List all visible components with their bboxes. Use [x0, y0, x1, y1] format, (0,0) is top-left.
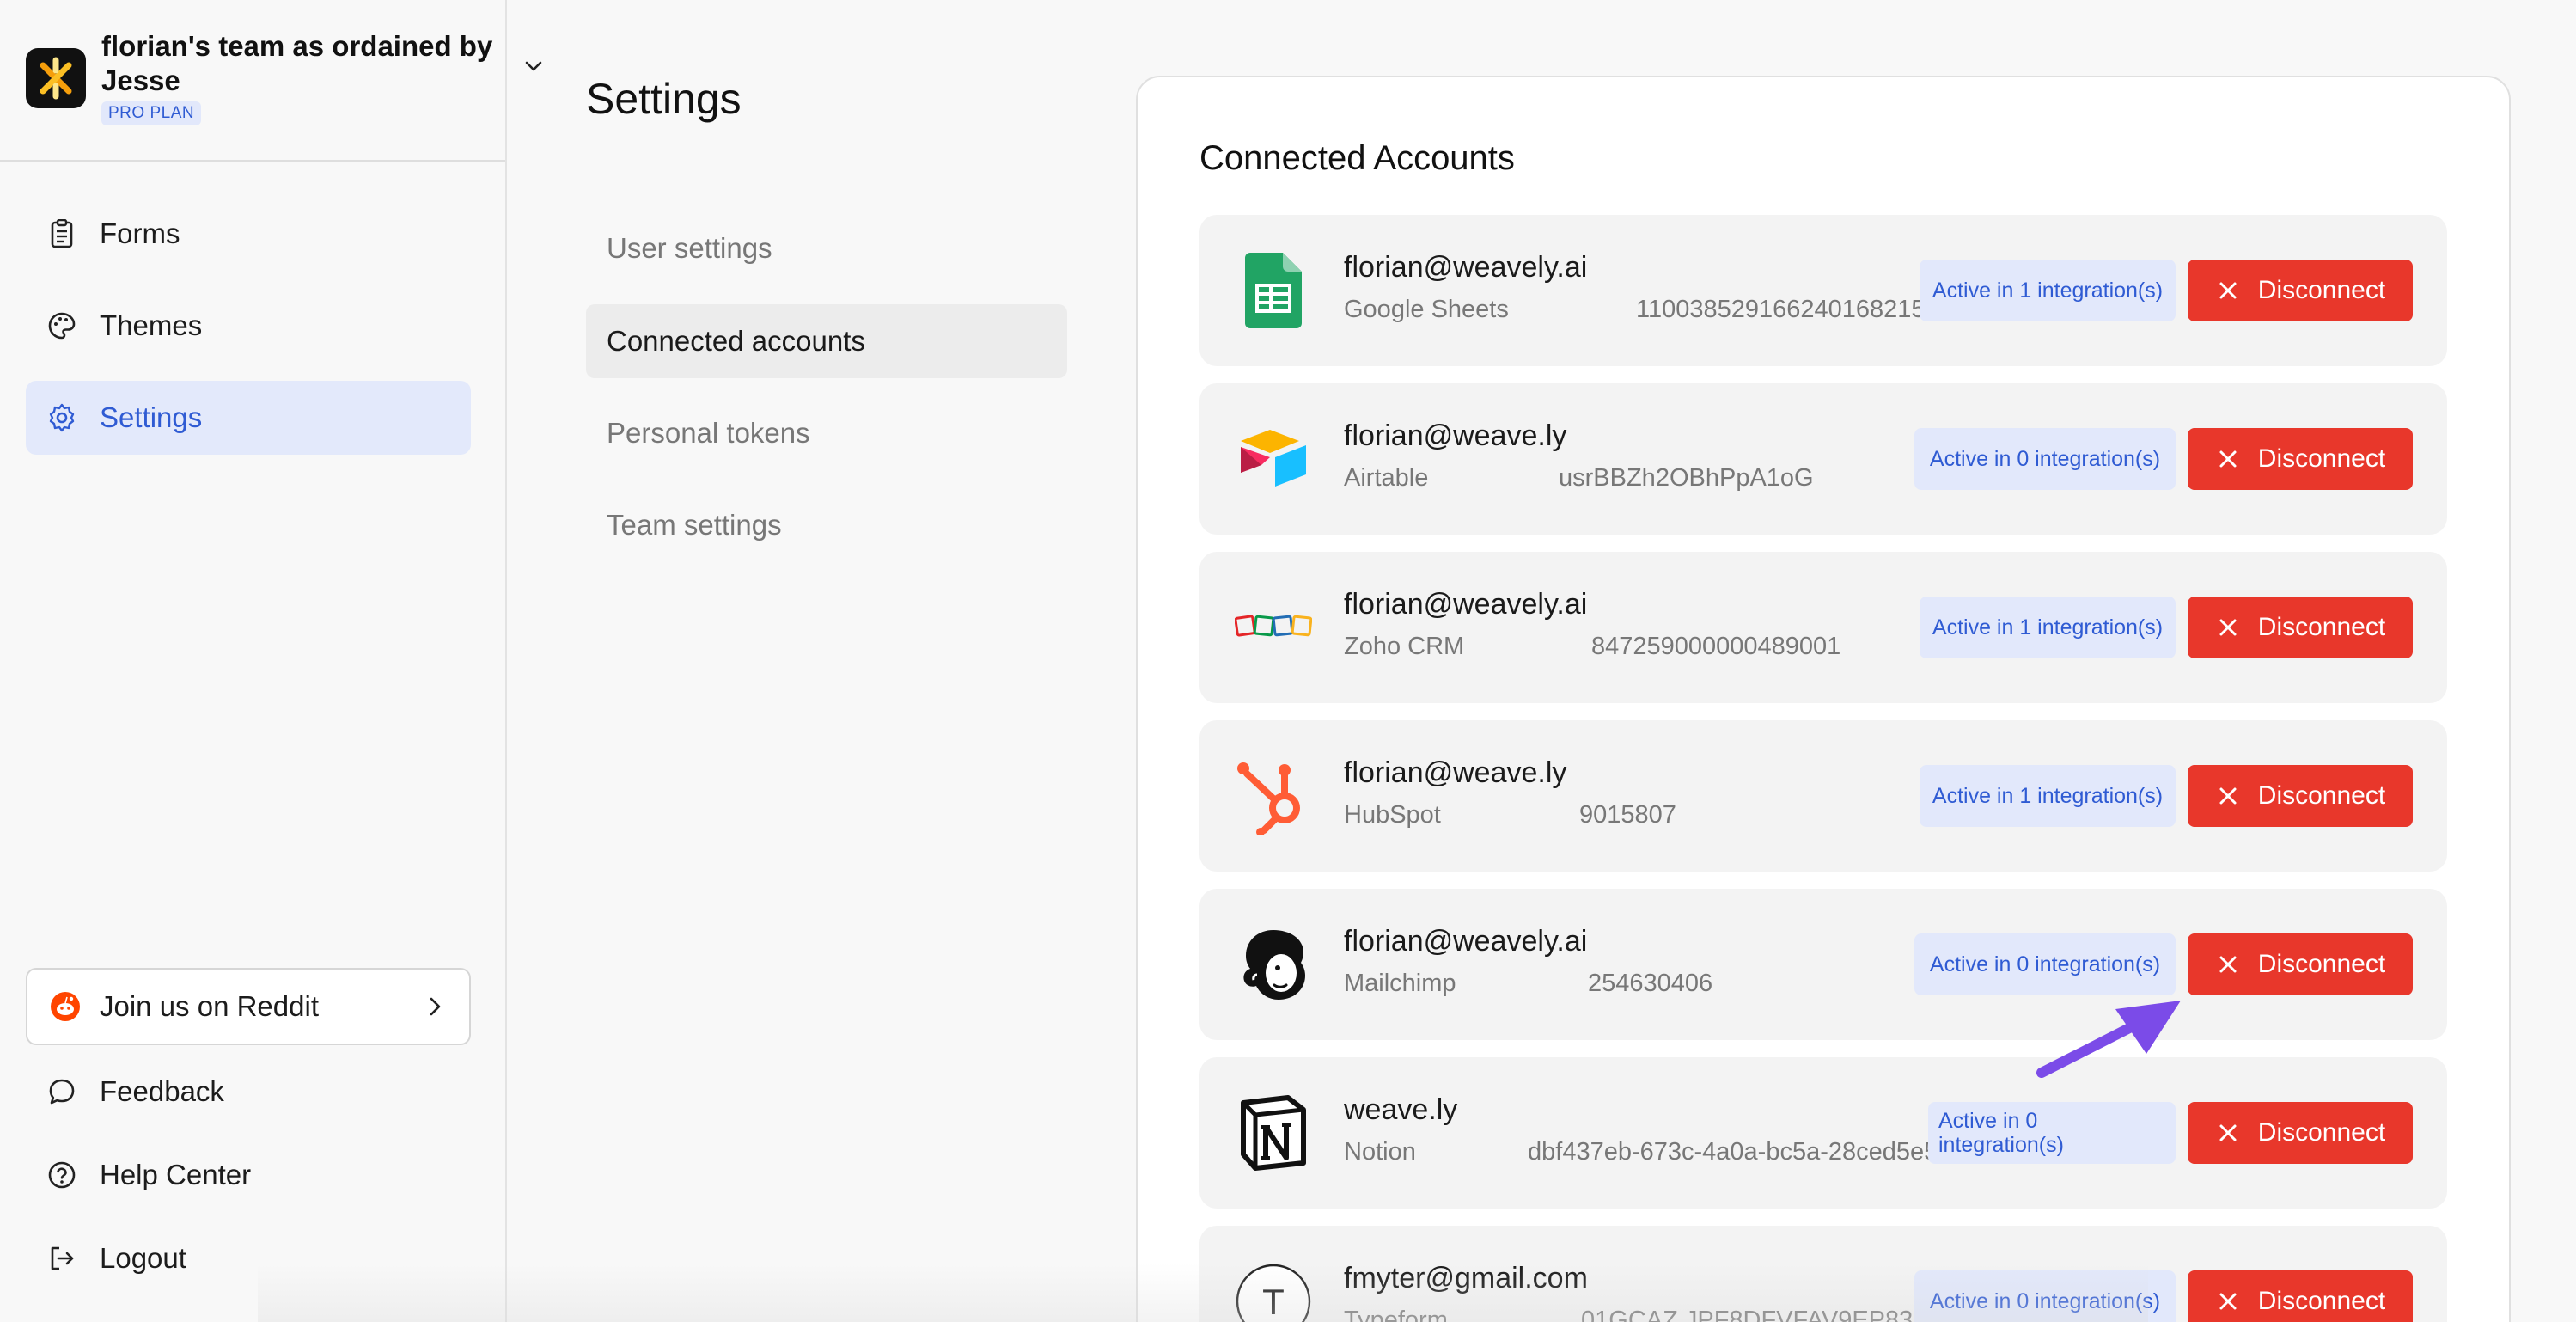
- chat-bubble-icon: [46, 1076, 77, 1107]
- logout-link[interactable]: Logout: [26, 1224, 471, 1293]
- disconnect-button[interactable]: Disconnect: [2188, 933, 2413, 995]
- logout-label: Logout: [100, 1242, 186, 1274]
- account-row: florian@weave.ly Airtable usrBBZh2OBhPpA…: [1199, 383, 2447, 535]
- typeform-logo: T: [1232, 1260, 1315, 1322]
- reddit-label: Join us on Reddit: [100, 990, 319, 1022]
- section-title: Connected Accounts: [1199, 139, 1515, 177]
- annotation-arrow-icon: [2036, 1001, 2181, 1078]
- disconnect-label: Disconnect: [2257, 613, 2386, 641]
- disconnect-button[interactable]: Disconnect: [2188, 260, 2413, 321]
- plan-badge: PRO PLAN: [101, 101, 202, 125]
- disconnect-button[interactable]: Disconnect: [2188, 428, 2413, 490]
- help-center-label: Help Center: [100, 1159, 252, 1190]
- account-service: Airtable: [1344, 464, 1429, 492]
- account-email: florian@weave.ly: [1344, 419, 1567, 452]
- tab-user-settings[interactable]: User settings: [586, 211, 1067, 285]
- account-id: dbf437eb-673c-4a0a-bc5a-28ced5e59cdc: [1528, 1138, 1991, 1166]
- close-icon: [2219, 282, 2237, 299]
- logout-icon: [46, 1243, 77, 1274]
- feedback-label: Feedback: [100, 1075, 224, 1107]
- svg-text:T: T: [1262, 1282, 1285, 1322]
- zoho-logo: [1232, 586, 1315, 669]
- status-badge: Active in 0 integration(s): [1914, 1270, 2176, 1322]
- clipboard-icon: [46, 218, 77, 249]
- disconnect-button[interactable]: Disconnect: [2188, 765, 2413, 827]
- close-icon: [2219, 619, 2237, 636]
- account-service: Google Sheets: [1344, 296, 1509, 323]
- help-center-link[interactable]: Help Center: [26, 1141, 471, 1209]
- sidebar-item-forms[interactable]: Forms: [26, 197, 471, 271]
- account-id: 9015807: [1579, 801, 1676, 829]
- airtable-logo: [1232, 418, 1315, 500]
- disconnect-label: Disconnect: [2257, 276, 2386, 304]
- account-email: florian@weavely.ai: [1344, 925, 1588, 958]
- disconnect-button[interactable]: Disconnect: [2188, 1102, 2413, 1164]
- account-service: Zoho CRM: [1344, 633, 1465, 660]
- account-email: weave.ly: [1344, 1093, 1458, 1126]
- status-badge: Active in 0 integration(s): [1914, 428, 2176, 490]
- disconnect-button[interactable]: Disconnect: [2188, 597, 2413, 658]
- close-icon: [2219, 787, 2237, 805]
- account-service: Mailchimp: [1344, 970, 1456, 997]
- status-badge: Active in 0 integration(s): [1928, 1102, 2176, 1164]
- gear-icon: [46, 402, 77, 433]
- team-logo: [26, 48, 86, 108]
- close-icon: [2219, 1124, 2237, 1141]
- account-id: 847259000000489001: [1591, 633, 1841, 660]
- account-row: florian@weavely.ai Mailchimp 254630406 A…: [1199, 889, 2447, 1040]
- mailchimp-logo: [1232, 923, 1315, 1006]
- account-email: florian@weavely.ai: [1344, 588, 1588, 621]
- feedback-link[interactable]: Feedback: [26, 1057, 471, 1126]
- account-row: T fmyter@gmail.com Typeform 01GCAZ.JPF8D…: [1199, 1226, 2447, 1322]
- sidebar: florian's team as ordained by Jesse PRO …: [0, 0, 542, 1322]
- google-sheets-logo: [1232, 249, 1315, 332]
- account-row: florian@weavely.ai Zoho CRM 847259000000…: [1199, 552, 2447, 703]
- disconnect-label: Disconnect: [2257, 950, 2386, 978]
- disconnect-label: Disconnect: [2257, 781, 2386, 810]
- sidebar-item-label: Settings: [100, 401, 203, 433]
- disconnect-label: Disconnect: [2257, 444, 2386, 473]
- disconnect-label: Disconnect: [2257, 1118, 2386, 1147]
- reddit-icon: [50, 991, 81, 1022]
- chevron-right-icon: [430, 997, 441, 1016]
- tab-personal-tokens[interactable]: Personal tokens: [586, 396, 1067, 470]
- notion-logo: [1232, 1092, 1315, 1174]
- disconnect-button[interactable]: Disconnect: [2188, 1270, 2413, 1322]
- account-email: fmyter@gmail.com: [1344, 1262, 1588, 1294]
- join-reddit-button[interactable]: Join us on Reddit: [26, 968, 471, 1045]
- team-name: florian's team as ordained by Jesse: [101, 30, 493, 96]
- account-service: Typeform: [1344, 1307, 1448, 1322]
- account-service: HubSpot: [1344, 801, 1441, 829]
- disconnect-label: Disconnect: [2257, 1287, 2386, 1315]
- chevron-down-icon[interactable]: [521, 53, 546, 79]
- help-circle-icon: [46, 1160, 77, 1190]
- palette-icon: [46, 310, 77, 341]
- tab-connected-accounts[interactable]: Connected accounts: [586, 304, 1067, 378]
- close-icon: [2219, 1293, 2237, 1310]
- hubspot-logo: [1232, 755, 1315, 837]
- account-id: usrBBZh2OBhPpA1oG: [1559, 464, 1814, 492]
- account-id: 254630406: [1588, 970, 1713, 997]
- status-badge: Active in 1 integration(s): [1920, 597, 2176, 658]
- account-row: florian@weave.ly HubSpot 9015807 Active …: [1199, 720, 2447, 872]
- page-title: Settings: [586, 75, 742, 123]
- close-icon: [2219, 956, 2237, 973]
- close-icon: [2219, 450, 2237, 468]
- status-badge: Active in 0 integration(s): [1914, 933, 2176, 995]
- sidebar-item-themes[interactable]: Themes: [26, 289, 471, 363]
- account-row: weave.ly Notion dbf437eb-673c-4a0a-bc5a-…: [1199, 1057, 2447, 1209]
- status-badge: Active in 1 integration(s): [1920, 260, 2176, 321]
- sidebar-item-label: Forms: [100, 217, 180, 249]
- team-switcher[interactable]: florian's team as ordained by Jesse PRO …: [0, 0, 505, 162]
- account-email: florian@weavely.ai: [1344, 251, 1588, 284]
- sidebar-item-settings[interactable]: Settings: [26, 381, 471, 455]
- account-id: 110038529166240168215: [1636, 296, 1926, 323]
- account-email: florian@weave.ly: [1344, 756, 1567, 789]
- sidebar-item-label: Themes: [100, 309, 203, 341]
- tab-team-settings[interactable]: Team settings: [586, 488, 1067, 562]
- status-badge: Active in 1 integration(s): [1920, 765, 2176, 827]
- account-row: florian@weavely.ai Google Sheets 1100385…: [1199, 215, 2447, 366]
- account-service: Notion: [1344, 1138, 1416, 1166]
